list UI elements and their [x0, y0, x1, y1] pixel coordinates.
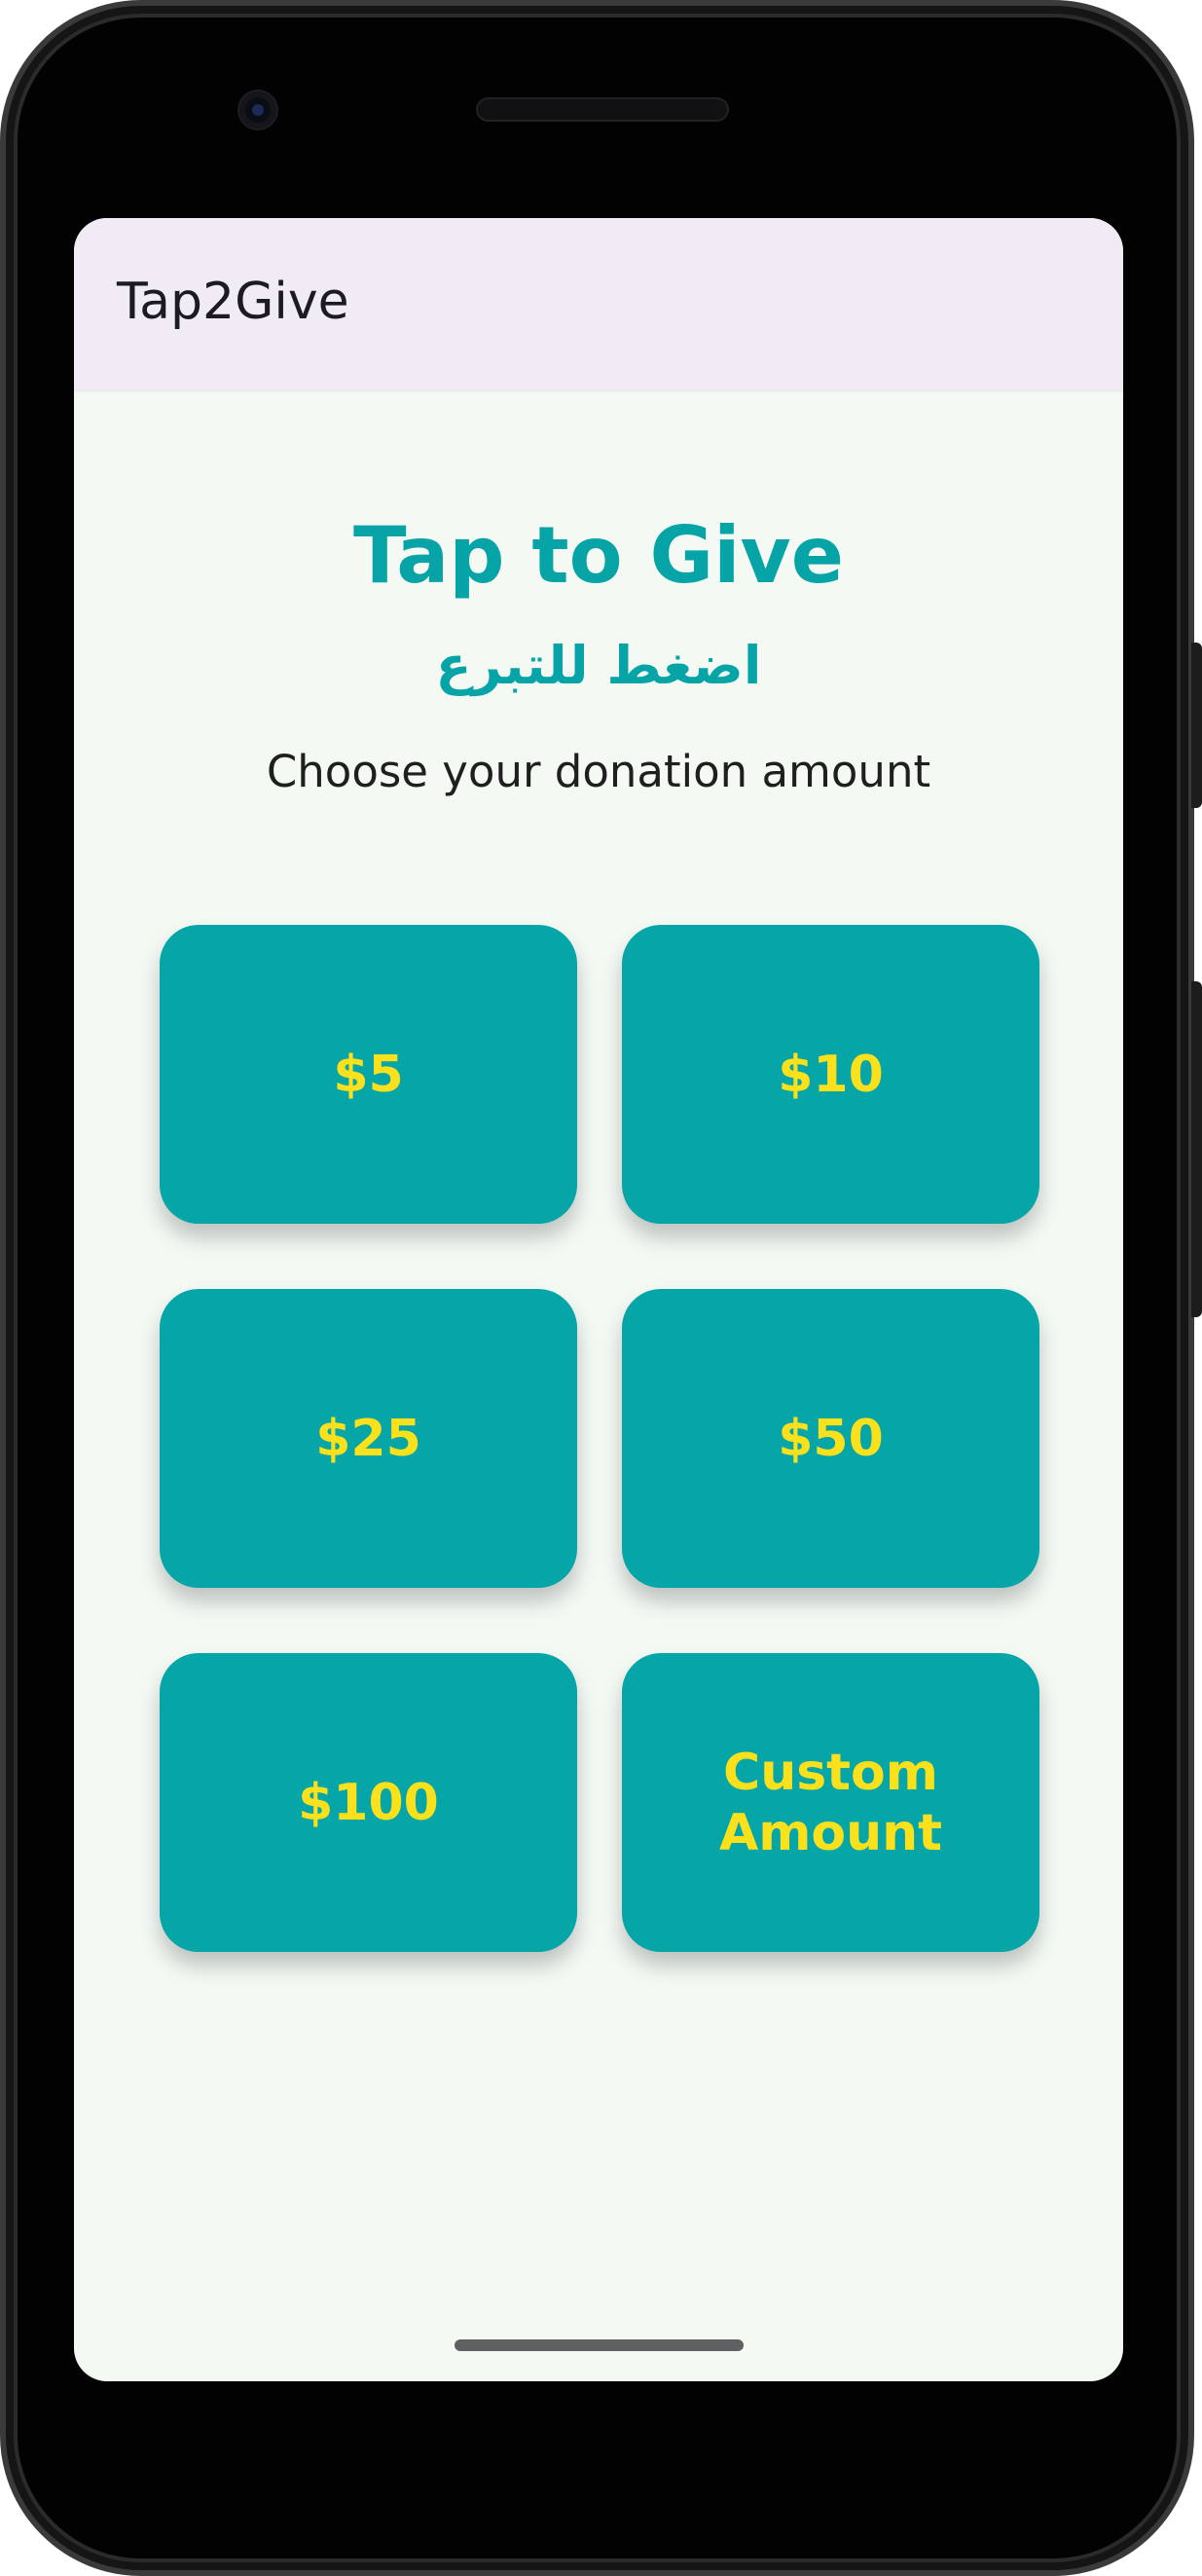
- donate-100-button[interactable]: $100: [160, 1653, 577, 1952]
- custom-amount-label: Custom Amount: [719, 1743, 942, 1863]
- custom-amount-label-line2: Amount: [718, 1803, 943, 1862]
- donate-10-button[interactable]: $10: [622, 925, 1039, 1224]
- custom-amount-label-line1: Custom: [723, 1743, 938, 1802]
- home-indicator[interactable]: [455, 2339, 744, 2351]
- app-bar: Tap2Give: [74, 218, 1123, 389]
- donate-100-label: $100: [298, 1773, 439, 1832]
- page-subtitle: Choose your donation amount: [266, 746, 931, 797]
- donate-10-label: $10: [778, 1045, 884, 1104]
- phone-frame: Tap2Give Tap to Give اضغط للتبرع Choose …: [0, 0, 1194, 2576]
- front-camera: [239, 92, 276, 129]
- donate-5-label: $5: [333, 1045, 404, 1104]
- donate-50-label: $50: [778, 1409, 884, 1468]
- page-heading: Tap to Give: [353, 510, 844, 601]
- donate-25-label: $25: [315, 1409, 421, 1468]
- power-button: [1191, 643, 1202, 808]
- app-screen: Tap2Give Tap to Give اضغط للتبرع Choose …: [74, 218, 1123, 2381]
- donate-5-button[interactable]: $5: [160, 925, 577, 1224]
- volume-button: [1191, 981, 1202, 1317]
- app-title: Tap2Give: [117, 273, 349, 331]
- donate-25-button[interactable]: $25: [160, 1289, 577, 1588]
- page-heading-arabic: اضغط للتبرع: [435, 635, 762, 696]
- earpiece-speaker: [476, 97, 729, 122]
- donate-50-button[interactable]: $50: [622, 1289, 1039, 1588]
- custom-amount-button[interactable]: Custom Amount: [622, 1653, 1039, 1952]
